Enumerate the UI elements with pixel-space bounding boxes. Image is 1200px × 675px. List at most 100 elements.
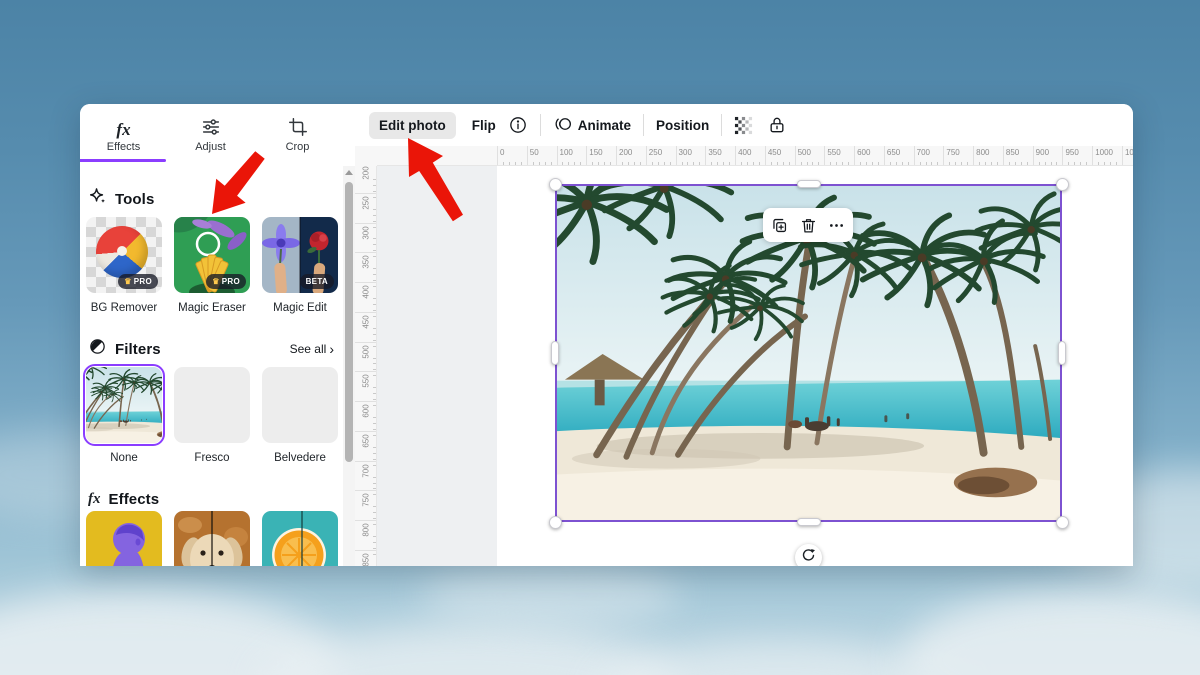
ruler-minor-tick [1098,162,1099,165]
ruler-minor-tick [664,162,665,165]
ruler-minor-tick [931,162,932,165]
transparency-icon[interactable] [734,116,753,135]
scrollbar-thumb[interactable] [345,182,353,462]
ruler-minor-tick [1080,162,1081,165]
magic-edit-thumbnail: BETA [262,217,338,293]
animate-button[interactable]: Animate [553,114,631,137]
selection-handle-top-left[interactable] [549,178,562,191]
filter-label: None [86,452,162,464]
ruler-tick [355,193,377,194]
ruler-minor-tick [729,162,730,165]
lock-icon[interactable] [767,115,787,135]
info-icon[interactable] [508,115,528,135]
ruler-minor-tick [373,328,376,329]
ruler-label: 200 [619,148,632,157]
selection-handle-left[interactable] [551,341,559,365]
ruler-minor-tick [920,162,921,165]
ruler-minor-tick [568,162,569,165]
ruler-minor-tick [878,162,879,165]
selection-handle-top-right[interactable] [1056,178,1069,191]
effect-card-dog[interactable] [174,511,250,566]
ruler-tick [884,146,885,166]
effects-sidebar: fx Effects Adjust [80,104,342,566]
tab-label: Crop [286,141,310,153]
ruler-minor-tick [961,162,962,165]
duplicate-icon[interactable] [768,213,792,237]
filter-card-fresco[interactable]: Fresco [174,367,250,464]
ruler-minor-tick [1039,162,1040,165]
ruler-minor-tick [997,162,998,165]
filter-fresco-thumbnail [174,367,250,443]
filters-section-header: Filters See all › [88,338,334,360]
ruler-minor-tick [1110,162,1111,165]
ruler-minor-tick [1068,162,1069,165]
edit-photo-button[interactable]: Edit photo [369,112,456,139]
effect-card-duotone[interactable] [86,511,162,566]
ruler-minor-tick [717,162,718,165]
selection-handle-bottom-right[interactable] [1056,516,1069,529]
ruler-tick [646,146,647,166]
ruler-minor-tick [515,162,516,165]
ruler-minor-tick [979,162,980,165]
tools-section-title: Tools [115,191,154,208]
ruler-minor-tick [373,185,376,186]
beach-ball-graphic [96,226,148,278]
filter-belvedere-thumbnail [262,367,338,443]
tab-effects[interactable]: fx Effects [80,108,167,160]
ruler-minor-tick [1015,162,1016,165]
fx-icon: fx [88,492,101,507]
ruler-minor-tick [991,162,992,165]
ruler-minor-tick [373,221,376,222]
selection-handle-bottom-left[interactable] [549,516,562,529]
tab-crop[interactable]: Crop [254,108,341,160]
selection-handle-right[interactable] [1058,341,1066,365]
ruler-label: 950 [1065,148,1078,157]
ruler-minor-tick [521,162,522,165]
ruler-tick [1003,146,1004,166]
ruler-label: 1050 [1125,148,1133,157]
filter-card-none[interactable]: None [86,367,162,464]
ruler-minor-tick [373,387,376,388]
ruler-minor-tick [1086,162,1087,165]
scrollbar-up-arrow[interactable] [345,170,353,175]
ruler-minor-tick [373,310,376,311]
delete-icon[interactable] [796,213,820,237]
position-button[interactable]: Position [656,118,709,133]
tab-adjust[interactable]: Adjust [167,108,254,160]
ruler-label: 400 [362,285,371,298]
more-icon[interactable] [825,213,849,237]
flip-button[interactable]: Flip [472,118,496,133]
orange-effect-thumbnail [262,511,338,566]
rotate-handle[interactable] [795,544,822,566]
filter-label: Fresco [174,452,250,464]
ruler-minor-tick [801,162,802,165]
tool-card-bg-remover[interactable]: ♛PRO BG Remover [86,217,162,314]
ruler-minor-tick [789,162,790,165]
ruler-tick [355,342,377,343]
tool-card-magic-edit[interactable]: BETA Magic Edit [262,217,338,314]
effect-card-orange[interactable] [262,511,338,566]
selection-handle-top[interactable] [797,180,821,188]
ruler-minor-tick [967,162,968,165]
filter-card-belvedere[interactable]: Belvedere [262,367,338,464]
filters-see-all-link[interactable]: See all › [290,342,334,356]
ruler-tick [527,146,528,166]
ruler-corner [355,146,377,166]
chevron-right-icon: › [329,342,334,356]
ruler-minor-tick [373,435,376,436]
ruler-tick [795,146,796,166]
ruler-minor-tick [634,162,635,165]
tool-card-magic-eraser[interactable]: ♛PRO Magic Eraser [174,217,250,314]
filter-icon [88,337,107,361]
ruler-tick [355,312,377,313]
selection-floating-toolbar [763,208,853,242]
ruler-minor-tick [373,346,376,347]
ruler-minor-tick [373,477,376,478]
cloud [900,590,1200,675]
ruler-tick [854,146,855,166]
selection-handle-bottom[interactable] [797,518,821,526]
fx-icon: fx [116,116,130,138]
ruler-minor-tick [628,162,629,165]
ruler-tick [943,146,944,166]
ruler-label: 800 [976,148,989,157]
